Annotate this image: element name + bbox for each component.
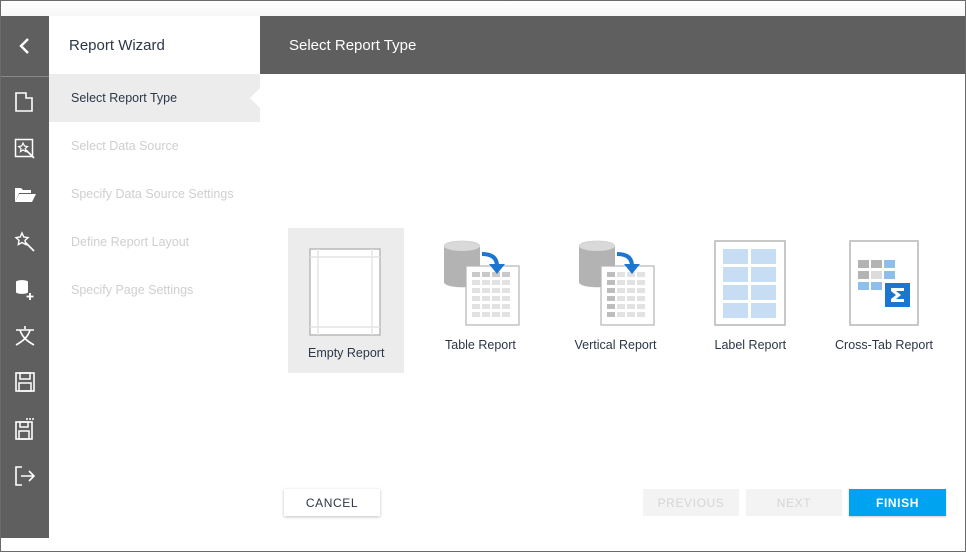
save-icon — [15, 372, 35, 392]
add-data-source-icon — [16, 280, 34, 300]
step-label: Select Data Source — [71, 139, 179, 153]
table-report-icon — [444, 240, 520, 326]
report-type-table[interactable]: Table Report — [428, 228, 533, 373]
new-report-icon — [15, 92, 33, 112]
localization-button[interactable] — [1, 313, 49, 359]
page-title: Select Report Type — [289, 36, 417, 54]
open-folder-icon — [15, 188, 36, 202]
wizard-icon — [14, 231, 35, 252]
exit-icon — [15, 466, 36, 486]
report-type-cross-tab[interactable]: Cross-Tab Report — [828, 228, 940, 373]
step-label: Select Report Type — [71, 91, 178, 105]
step-specify-data-source-settings: Specify Data Source Settings — [49, 170, 260, 218]
step-define-report-layout: Define Report Layout — [49, 218, 260, 266]
report-type-label: Empty Report — [308, 346, 385, 360]
save-as-button[interactable] — [1, 406, 49, 452]
exit-button[interactable] — [1, 453, 49, 499]
page-header: Select Report Type — [260, 16, 965, 74]
finish-button[interactable]: FINISH — [849, 489, 946, 516]
run-wizard-button[interactable] — [1, 219, 49, 265]
report-type-label: Table Report — [445, 338, 516, 352]
left-toolbar — [1, 16, 49, 538]
step-select-report-type[interactable]: Select Report Type — [49, 74, 260, 122]
wizard-title: Report Wizard — [69, 37, 165, 54]
step-label: Specify Page Settings — [71, 283, 194, 297]
step-label: Specify Data Source Settings — [71, 187, 234, 201]
report-type-empty[interactable]: Empty Report — [288, 228, 404, 373]
report-type-label: Label Report — [714, 338, 787, 352]
wizard-steps-panel: Report Wizard Select Report Type Select … — [49, 16, 260, 538]
save-button[interactable] — [1, 359, 49, 405]
next-button[interactable]: NEXT — [746, 489, 842, 516]
cancel-button[interactable]: CANCEL — [284, 489, 380, 516]
add-data-source-button[interactable] — [1, 266, 49, 312]
design-in-wizard-icon — [14, 138, 35, 159]
previous-button[interactable]: PREVIOUS — [643, 489, 739, 516]
design-in-wizard-button[interactable] — [1, 126, 49, 172]
localization-icon — [15, 326, 35, 346]
vertical-report-icon — [579, 240, 655, 326]
back-button[interactable] — [1, 16, 49, 77]
chevron-left-icon — [19, 38, 29, 54]
step-specify-page-settings: Specify Page Settings — [49, 266, 260, 314]
empty-report-icon — [309, 248, 381, 336]
step-label: Define Report Layout — [71, 235, 190, 249]
report-type-label: Vertical Report — [574, 338, 657, 352]
report-type-vertical[interactable]: Vertical Report — [563, 228, 668, 373]
report-type-label-report[interactable]: Label Report — [698, 228, 803, 373]
label-report-icon — [714, 240, 786, 326]
new-report-button[interactable] — [1, 79, 49, 125]
open-report-button[interactable] — [1, 172, 49, 218]
step-select-data-source: Select Data Source — [49, 122, 260, 170]
save-as-icon — [15, 418, 34, 440]
report-type-label: Cross-Tab Report — [835, 338, 933, 352]
top-band — [1, 1, 965, 16]
cross-tab-report-icon — [849, 240, 919, 326]
report-wizard-window: Report Wizard Select Report Type Select … — [0, 0, 966, 552]
